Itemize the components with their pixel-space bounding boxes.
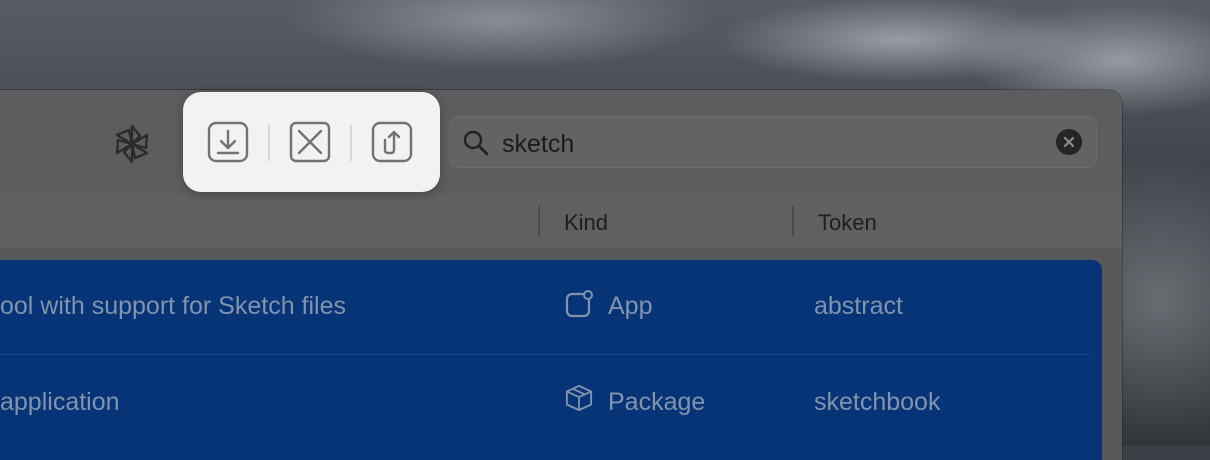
download-tray-icon[interactable] <box>206 120 250 164</box>
group-divider <box>268 125 270 161</box>
column-header-token[interactable]: Token <box>818 210 877 236</box>
toolbar <box>0 90 1122 195</box>
results-list: ool with support for Sketch files App ab… <box>0 260 1102 460</box>
package-box-icon <box>565 384 593 412</box>
column-header-kind[interactable]: Kind <box>564 210 608 236</box>
search-input[interactable] <box>502 130 1042 159</box>
row-separator <box>0 354 1090 355</box>
table-row[interactable]: application Package sketchbook <box>0 356 1102 451</box>
column-divider[interactable] <box>538 206 540 236</box>
row-description: application <box>0 388 120 416</box>
row-token: sketchbook <box>814 388 941 416</box>
table-header: Kind Token <box>0 194 1122 249</box>
arrow-up-square-icon[interactable] <box>370 120 414 164</box>
app-square-icon <box>565 290 593 318</box>
x-square-icon[interactable] <box>288 120 332 164</box>
magnifier-icon <box>463 130 489 156</box>
clear-circle-icon[interactable] <box>1056 129 1082 155</box>
row-description: ool with support for Sketch files <box>0 292 346 320</box>
row-kind: App <box>608 292 653 320</box>
row-kind: Package <box>608 388 706 416</box>
pinwheel-icon[interactable] <box>108 120 156 168</box>
search-field[interactable] <box>449 116 1097 168</box>
action-button-group <box>183 92 440 192</box>
row-token: abstract <box>814 292 903 320</box>
app-window: Kind Token ool with support for Sketch f… <box>0 90 1122 460</box>
column-divider[interactable] <box>792 206 794 236</box>
table-row[interactable]: ool with support for Sketch files App ab… <box>0 260 1102 355</box>
group-divider <box>350 125 352 161</box>
